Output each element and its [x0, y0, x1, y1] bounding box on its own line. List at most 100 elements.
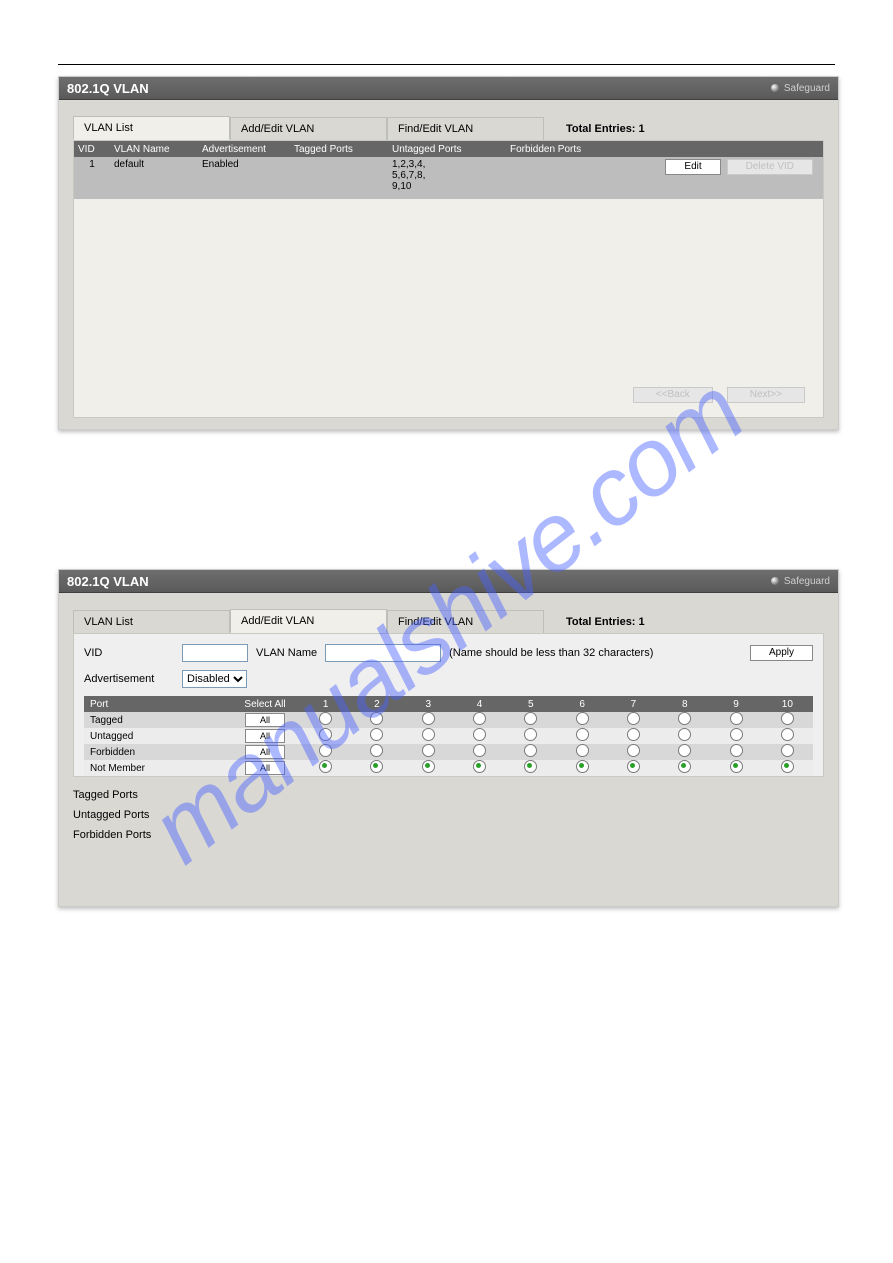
col-port-6: 6 [556, 696, 607, 712]
titlebar-text: 802.1Q VLAN [67, 81, 149, 96]
port-radio[interactable] [730, 712, 743, 725]
advertisement-select[interactable]: Disabled [182, 670, 247, 688]
vlan-name-input[interactable] [325, 644, 441, 662]
port-radio[interactable] [422, 760, 435, 773]
port-radio[interactable] [781, 728, 794, 741]
tab-add-edit-vlan[interactable]: Add/Edit VLAN [230, 117, 387, 140]
col-port-10: 10 [762, 696, 813, 712]
port-radio[interactable] [730, 728, 743, 741]
col-select-all: Select All [230, 696, 300, 712]
tab-vlan-list[interactable]: VLAN List [73, 116, 230, 140]
port-radio[interactable] [524, 744, 537, 757]
vid-input[interactable] [182, 644, 248, 662]
safeguard-icon [771, 577, 779, 585]
edit-button[interactable]: Edit [665, 159, 720, 175]
vlan-add-edit-screenshot: 802.1Q VLAN Safeguard VLAN List Add/Edit… [58, 569, 839, 907]
port-grid-header: Port Select All 1 2 3 4 5 6 7 8 9 10 [84, 696, 813, 712]
port-radio[interactable] [678, 712, 691, 725]
col-port-7: 7 [608, 696, 659, 712]
tab-find-edit-vlan[interactable]: Find/Edit VLAN [387, 610, 544, 633]
port-radio[interactable] [576, 744, 589, 757]
select-all-button[interactable]: All [245, 713, 285, 727]
advertisement-label: Advertisement [84, 673, 174, 685]
port-radio[interactable] [627, 760, 640, 773]
port-radio[interactable] [370, 744, 383, 757]
titlebar-text: 802.1Q VLAN [67, 574, 149, 589]
port-radio[interactable] [730, 760, 743, 773]
summary-untagged: Untagged Ports [73, 805, 838, 825]
tabs: VLAN List Add/Edit VLAN Find/Edit VLAN T… [73, 607, 838, 633]
port-radio[interactable] [370, 760, 383, 773]
row-advertisement: Advertisement Disabled [84, 670, 813, 688]
port-radio[interactable] [422, 744, 435, 757]
port-radio[interactable] [422, 712, 435, 725]
select-all-button[interactable]: All [245, 761, 285, 775]
port-radio[interactable] [370, 728, 383, 741]
cell-vid: 1 [74, 159, 110, 170]
col-port-2: 2 [351, 696, 402, 712]
port-radio[interactable] [781, 712, 794, 725]
total-entries: Total Entries: 1 [544, 611, 655, 633]
port-radio[interactable] [678, 760, 691, 773]
vlan-name-label: VLAN Name [256, 647, 317, 659]
tab-add-edit-vlan-label: Add/Edit VLAN [241, 123, 314, 135]
port-grid-row: UntaggedAll [84, 728, 813, 744]
port-radio[interactable] [524, 760, 537, 773]
port-radio[interactable] [319, 744, 332, 757]
tab-find-edit-vlan-label: Find/Edit VLAN [398, 123, 473, 135]
port-radio[interactable] [678, 728, 691, 741]
tab-add-edit-vlan-label: Add/Edit VLAN [241, 615, 314, 627]
select-all-button[interactable]: All [245, 729, 285, 743]
apply-button[interactable]: Apply [750, 645, 813, 661]
port-radio[interactable] [576, 760, 589, 773]
tab-find-edit-vlan[interactable]: Find/Edit VLAN [387, 117, 544, 140]
port-radio[interactable] [473, 744, 486, 757]
tab-vlan-list[interactable]: VLAN List [73, 610, 230, 633]
port-radio[interactable] [319, 728, 332, 741]
cell-vlan-name: default [110, 159, 198, 170]
port-radio[interactable] [370, 712, 383, 725]
port-radio[interactable] [576, 712, 589, 725]
tab-find-edit-vlan-label: Find/Edit VLAN [398, 616, 473, 628]
titlebar: 802.1Q VLAN Safeguard [59, 77, 838, 100]
port-summary: Tagged Ports Untagged Ports Forbidden Po… [73, 785, 838, 845]
port-radio[interactable] [524, 728, 537, 741]
port-radio[interactable] [627, 744, 640, 757]
tab-vlan-list-label: VLAN List [84, 616, 133, 628]
tab-add-edit-vlan[interactable]: Add/Edit VLAN [230, 609, 387, 633]
col-port-4: 4 [454, 696, 505, 712]
port-radio[interactable] [473, 712, 486, 725]
col-tagged: Tagged Ports [290, 144, 388, 155]
port-radio[interactable] [576, 728, 589, 741]
port-radio[interactable] [627, 712, 640, 725]
select-all-button[interactable]: All [245, 745, 285, 759]
cell-advert: Enabled [198, 159, 290, 170]
summary-tagged: Tagged Ports [73, 785, 838, 805]
port-radio[interactable] [473, 728, 486, 741]
port-row-label: Forbidden [84, 744, 230, 760]
port-radio[interactable] [730, 744, 743, 757]
total-entries-value: 1 [639, 123, 645, 135]
safeguard-icon [771, 84, 779, 92]
port-radio[interactable] [524, 712, 537, 725]
port-radio[interactable] [319, 712, 332, 725]
port-grid: Port Select All 1 2 3 4 5 6 7 8 9 10 Tag [84, 696, 813, 776]
col-port-3: 3 [403, 696, 454, 712]
port-radio[interactable] [678, 744, 691, 757]
cell-untagged: 1,2,3,4, 5,6,7,8, 9,10 [388, 159, 506, 192]
col-vid: VID [74, 144, 110, 155]
col-port: Port [84, 696, 230, 712]
port-radio[interactable] [473, 760, 486, 773]
add-edit-form: VID VLAN Name (Name should be less than … [73, 633, 824, 777]
port-radio[interactable] [422, 728, 435, 741]
port-radio[interactable] [627, 728, 640, 741]
port-radio[interactable] [781, 744, 794, 757]
col-advert: Advertisement [198, 144, 290, 155]
port-radio[interactable] [319, 760, 332, 773]
port-grid-row: Forbidden All [84, 744, 813, 760]
pager: <<Back Next>> [633, 387, 805, 403]
tabs: VLAN List Add/Edit VLAN Find/Edit VLAN T… [73, 114, 838, 140]
total-entries-label: Total Entries: [566, 616, 635, 628]
total-entries-label: Total Entries: [566, 123, 635, 135]
port-radio[interactable] [781, 760, 794, 773]
